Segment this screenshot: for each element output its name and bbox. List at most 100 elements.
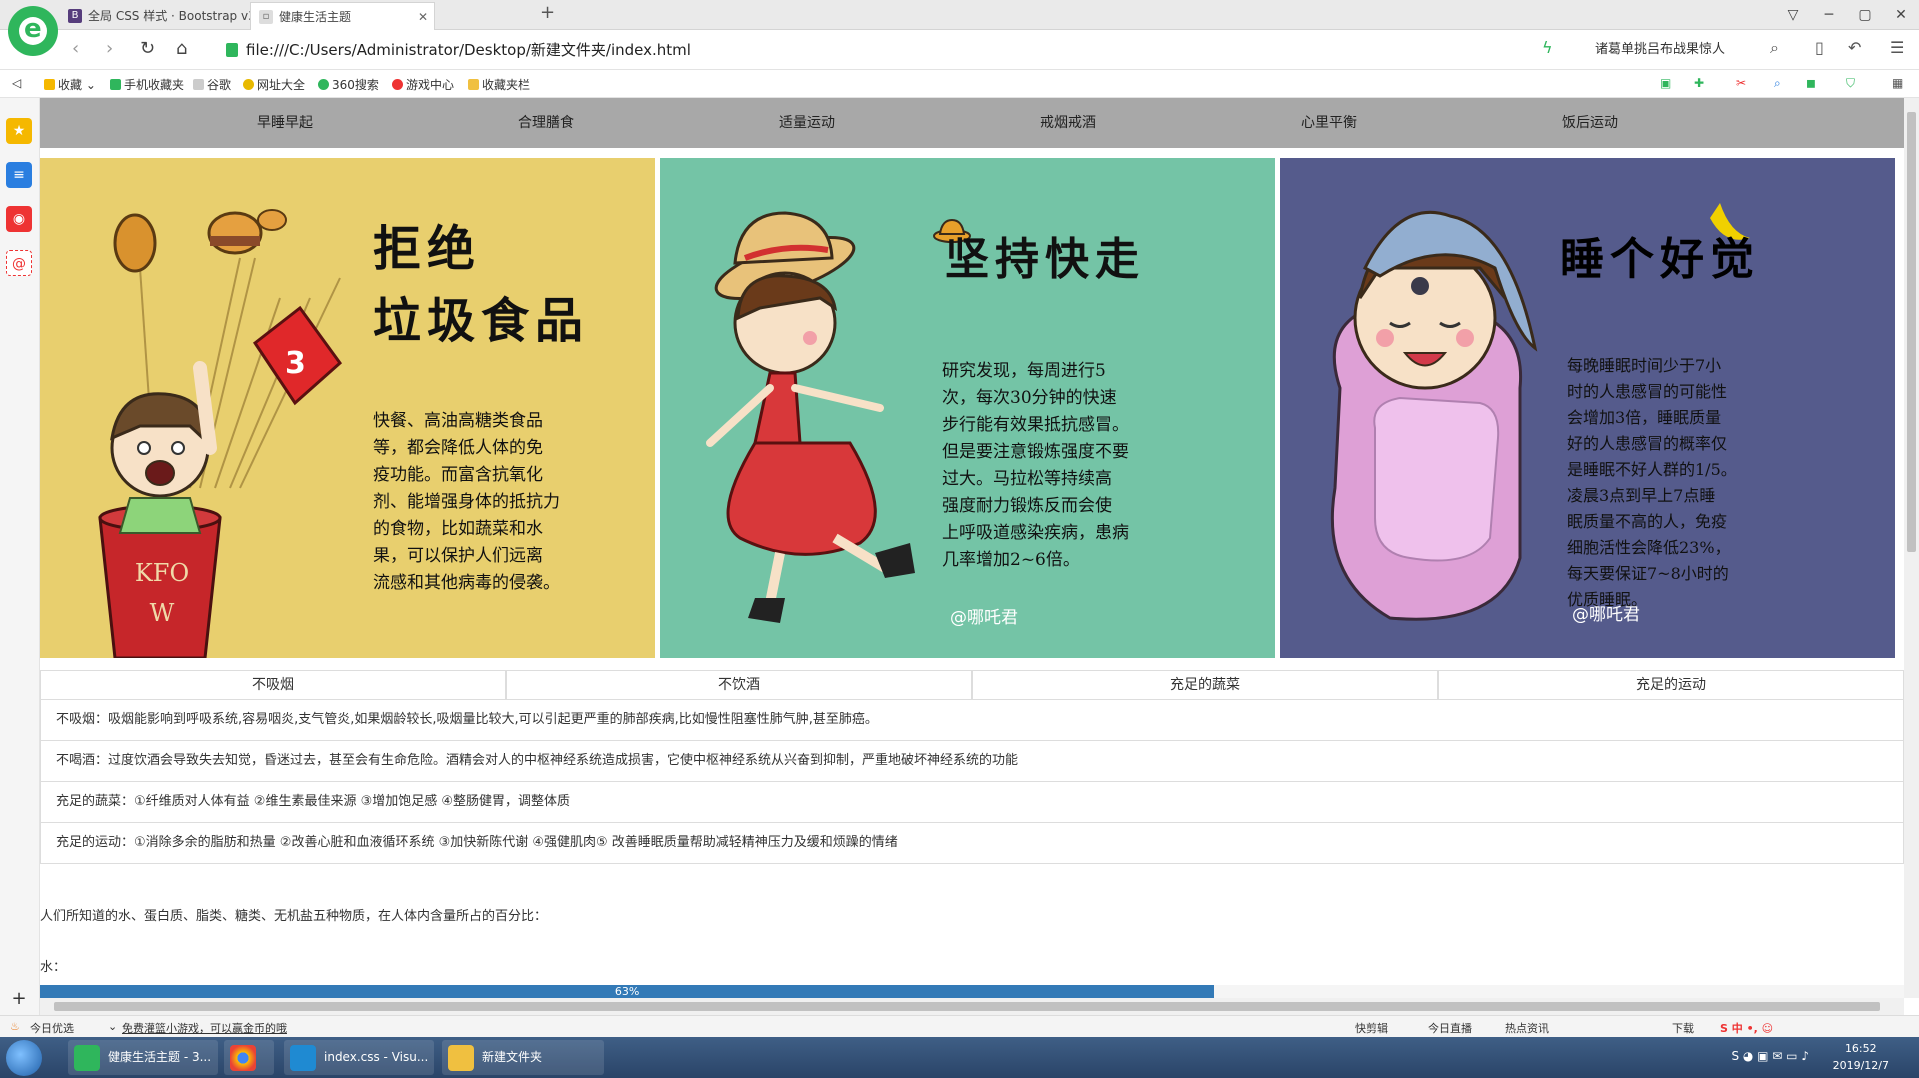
sogou-ime-icon[interactable]: S 中 •, ☺: [1720, 1020, 1773, 1036]
sidebar-add-icon[interactable]: +: [6, 986, 32, 1012]
nav-item[interactable]: 早睡早起: [257, 98, 518, 148]
bookmark-item[interactable]: 谷歌: [193, 76, 231, 93]
tab-no-drinking[interactable]: 不饮酒: [506, 670, 972, 700]
url-text: file:///C:/Users/Administrator/Desktop/新…: [246, 41, 691, 59]
status-item[interactable]: 热点资讯: [1505, 1020, 1549, 1036]
poster-brisk-walk: 坚持快走 研究发现，每周进行5 次，每次30分钟的快速 步行能有效果抵抗感冒。 …: [660, 158, 1275, 658]
habit-list: 不吸烟：吸烟能影响到呼吸系统,容易咽炎,支气管炎,如果烟龄较长,吸烟量比较大,可…: [40, 700, 1904, 864]
poster-good-sleep: 睡个好觉 每晚睡眠时间少于7小 时的人患感冒的可能性 会增加3倍，睡眠质量 好的…: [1280, 158, 1895, 658]
lightning-icon[interactable]: ϟ: [1542, 38, 1553, 57]
menu-icon[interactable]: ☰: [1890, 38, 1904, 57]
close-window-icon[interactable]: ✕: [1883, 0, 1919, 30]
back-icon[interactable]: ‹: [72, 38, 79, 59]
tab-health[interactable]: ▫ 健康生活主题 ✕: [250, 2, 435, 30]
status-item[interactable]: 下载: [1672, 1020, 1694, 1036]
habit-tabs: 不吸烟 不饮酒 充足的蔬菜 充足的运动: [40, 670, 1904, 700]
nav-item[interactable]: 心里平衡: [1301, 98, 1562, 148]
sidebar-toggle-icon[interactable]: ◁: [12, 76, 21, 90]
clock-time: 16:52: [1844, 1042, 1877, 1055]
status-bar: ♨ 今日优选 ⌄ 免费灌篮小游戏，可以赢金币的哦 快剪辑 今日直播 热点资讯 下…: [0, 1015, 1919, 1037]
bookmark-item[interactable]: 游戏中心: [392, 76, 454, 93]
undo-icon[interactable]: ↶: [1848, 38, 1861, 57]
poster-title: 坚持快走: [945, 234, 1145, 285]
close-tab-icon[interactable]: ✕: [418, 3, 428, 30]
bookmark-item[interactable]: 360搜索: [318, 76, 379, 93]
search-box[interactable]: 诸葛单挑吕布战果惊人: [1595, 39, 1781, 61]
bookmark-item[interactable]: 手机收藏夹: [110, 76, 184, 93]
promo-link[interactable]: 免费灌篮小游戏，可以赢金币的哦: [122, 1020, 287, 1036]
bookmark-item[interactable]: 收藏夹栏: [468, 76, 530, 93]
nav-item[interactable]: 合理膳食: [518, 98, 779, 148]
favorites-star-icon[interactable]: ★: [6, 118, 32, 144]
poster-title: 拒绝 垃圾食品: [373, 221, 590, 349]
tab-label: 全局 CSS 样式 · Bootstrap v3 中: [88, 9, 250, 23]
list-icon[interactable]: ≡: [6, 162, 32, 188]
water-label: 水：: [40, 960, 67, 975]
refresh-icon[interactable]: ↻: [140, 38, 155, 59]
poster-text: 快餐、高油高糖类食品 等，都会降低人体的免 疫功能。而富含抗氧化 剂、能增强身体…: [373, 411, 560, 593]
start-button[interactable]: [6, 1040, 42, 1076]
poster-junk-food: 3 拒绝 垃圾食品 快餐、高油高糖类食品 等，都会降低人体的免 疫功能。而富含抗…: [40, 158, 655, 658]
taskbar-chrome[interactable]: [224, 1040, 274, 1075]
browser-sidebar: ★ ≡ ◉ @ +: [0, 98, 40, 1015]
nutrient-intro: 人们所知道的水、蛋白质、脂类、糖类、无机盐五种物质，在人体内含量所占的百分比：: [40, 909, 548, 924]
shield-icon[interactable]: ⛉: [1846, 76, 1855, 91]
weibo-icon[interactable]: ◉: [6, 206, 32, 232]
minimize-icon[interactable]: ─: [1811, 0, 1847, 30]
apps-icon[interactable]: ▦: [1892, 76, 1903, 90]
browser-logo-icon[interactable]: e: [8, 6, 58, 56]
gamepad-icon[interactable]: ◼: [1806, 76, 1816, 90]
os-taskbar: 健康生活主题 - 3... index.css - Visu... 新建文件夹 …: [0, 1037, 1919, 1078]
nav-item[interactable]: 饭后运动: [1562, 98, 1823, 148]
horizontal-scrollbar[interactable]: [40, 998, 1904, 1015]
scroll-thumb[interactable]: [1907, 112, 1916, 552]
browser-tab-strip: e B 全局 CSS 样式 · Bootstrap v3 中 ▫ 健康生活主题 …: [0, 0, 1919, 56]
phone-icon[interactable]: ▯: [1815, 38, 1824, 57]
scissors-icon[interactable]: ✂: [1736, 76, 1746, 90]
secure-icon: [226, 43, 238, 57]
bookmark-item[interactable]: 收藏 ⌄: [44, 76, 96, 93]
address-toolbar: ‹ › ↻ ⌂ file:///C:/Users/Administrator/D…: [0, 30, 1919, 70]
home-icon[interactable]: ⌂: [176, 38, 187, 59]
magnifier-icon[interactable]: ⌕: [1774, 76, 1781, 91]
url-input[interactable]: file:///C:/Users/Administrator/Desktop/新…: [222, 39, 1512, 61]
nav-item[interactable]: 戒烟戒酒: [1040, 98, 1301, 148]
cup-logo-text: KFO W: [134, 559, 190, 627]
status-item[interactable]: 快剪辑: [1355, 1020, 1388, 1036]
taskbar-vscode[interactable]: index.css - Visu...: [284, 1040, 434, 1075]
fries-label: 3: [285, 346, 306, 381]
scroll-thumb[interactable]: [54, 1002, 1880, 1011]
window-controls: ▽ ─ ▢ ✕: [1775, 0, 1919, 30]
list-item: 不喝酒：过度饮酒会导致失去知觉，昏迷过去，甚至会有生命危险。酒精会对人的中枢神经…: [40, 741, 1904, 782]
poster-text: 研究发现，每周进行5 次，每次30分钟的快速 步行能有效果抵抗感冒。 但是要注意…: [942, 361, 1129, 570]
tab-bootstrap[interactable]: B 全局 CSS 样式 · Bootstrap v3 中: [60, 2, 250, 30]
poster-credit: @哪吒君: [950, 608, 1018, 628]
list-item: 充足的运动：①消除多余的脂肪和热量 ②改善心脏和血液循环系统 ③加快新陈代谢 ④…: [40, 823, 1904, 864]
status-left[interactable]: 今日优选: [30, 1020, 74, 1036]
add-user-icon[interactable]: ✚: [1694, 76, 1704, 90]
new-tab-button[interactable]: +: [540, 2, 555, 23]
tab-vegetables[interactable]: 充足的蔬菜: [972, 670, 1438, 700]
skin-icon[interactable]: ▽: [1775, 0, 1811, 30]
bookmark-item[interactable]: 网址大全: [243, 76, 305, 93]
tab-exercise[interactable]: 充足的运动: [1438, 670, 1904, 700]
forward-icon[interactable]: ›: [106, 38, 113, 59]
status-item[interactable]: 今日直播: [1428, 1020, 1472, 1036]
list-item: 充足的蔬菜：①纤维质对人体有益 ②维生素最佳来源 ③增加饱足感 ④整肠健胃，调整…: [40, 782, 1904, 823]
water-progress: 63%: [40, 985, 1904, 998]
fire-icon: ♨: [10, 1020, 20, 1033]
system-tray[interactable]: S ◕ ▣ ✉ ▭ ♪: [1731, 1049, 1809, 1063]
mail-icon[interactable]: @: [6, 250, 32, 276]
maximize-icon[interactable]: ▢: [1847, 0, 1883, 30]
tab-no-smoking[interactable]: 不吸烟: [40, 670, 506, 700]
progress-bar-fill: 63%: [40, 985, 1215, 998]
tab-label: 健康生活主题: [279, 10, 352, 24]
vertical-scrollbar[interactable]: [1904, 98, 1919, 998]
search-text: 诸葛单挑吕布战果惊人: [1595, 42, 1726, 57]
search-icon[interactable]: ⌕: [1770, 38, 1779, 58]
nav-item[interactable]: 适量运动: [779, 98, 1040, 148]
taskbar-browser[interactable]: 健康生活主题 - 3...: [68, 1040, 218, 1075]
taskbar-folder[interactable]: 新建文件夹: [442, 1040, 604, 1075]
extension-icon[interactable]: ▣: [1660, 76, 1671, 90]
clock[interactable]: 16:52 2019/12/7: [1833, 1040, 1889, 1074]
